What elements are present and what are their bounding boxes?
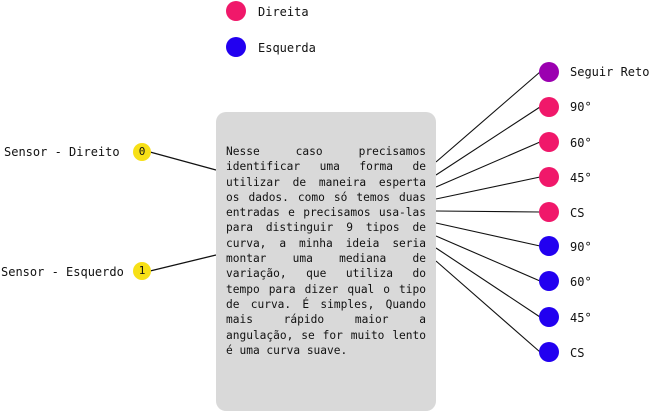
output-dot-right-90 [539,97,559,117]
output-dot-right-60 [539,132,559,152]
output-label-left-45: 45° [570,311,592,325]
output-label-right-cs: CS [570,206,585,220]
output-dot-left-90 [539,236,559,256]
legend-right-dot [226,1,246,21]
description-text: Nesse caso precisamos identificar uma fo… [226,145,426,357]
output-connector [435,210,541,213]
output-label-left-cs: CS [570,346,585,360]
output-dot-left-cs [539,342,559,362]
sensor-left-badge: 1 [133,262,151,280]
output-dot-straight [539,62,559,82]
output-label-right-60: 60° [570,136,592,150]
legend-left-label: Esquerda [258,41,316,55]
output-label-straight: Seguir Reto [570,65,650,79]
legend-right-label: Direita [258,5,309,19]
output-label-right-90: 90° [570,100,592,114]
sensor-left-connector [149,254,217,272]
output-dot-left-60 [539,271,559,291]
sensor-right-badge: 0 [133,143,151,161]
output-label-right-45: 45° [570,171,592,185]
description-box: Nesse caso precisamos identificar uma fo… [216,112,436,411]
sensor-right-connector [149,151,217,171]
sensor-right-label: Sensor - Direito [4,145,120,159]
legend-left-dot [226,37,246,57]
sensor-left-label: Sensor - Esquerdo [1,265,124,279]
output-dot-right-45 [539,167,559,187]
output-dot-left-45 [539,307,559,327]
output-label-left-60: 60° [570,275,592,289]
output-label-left-90: 90° [570,240,592,254]
output-dot-right-cs [539,202,559,222]
